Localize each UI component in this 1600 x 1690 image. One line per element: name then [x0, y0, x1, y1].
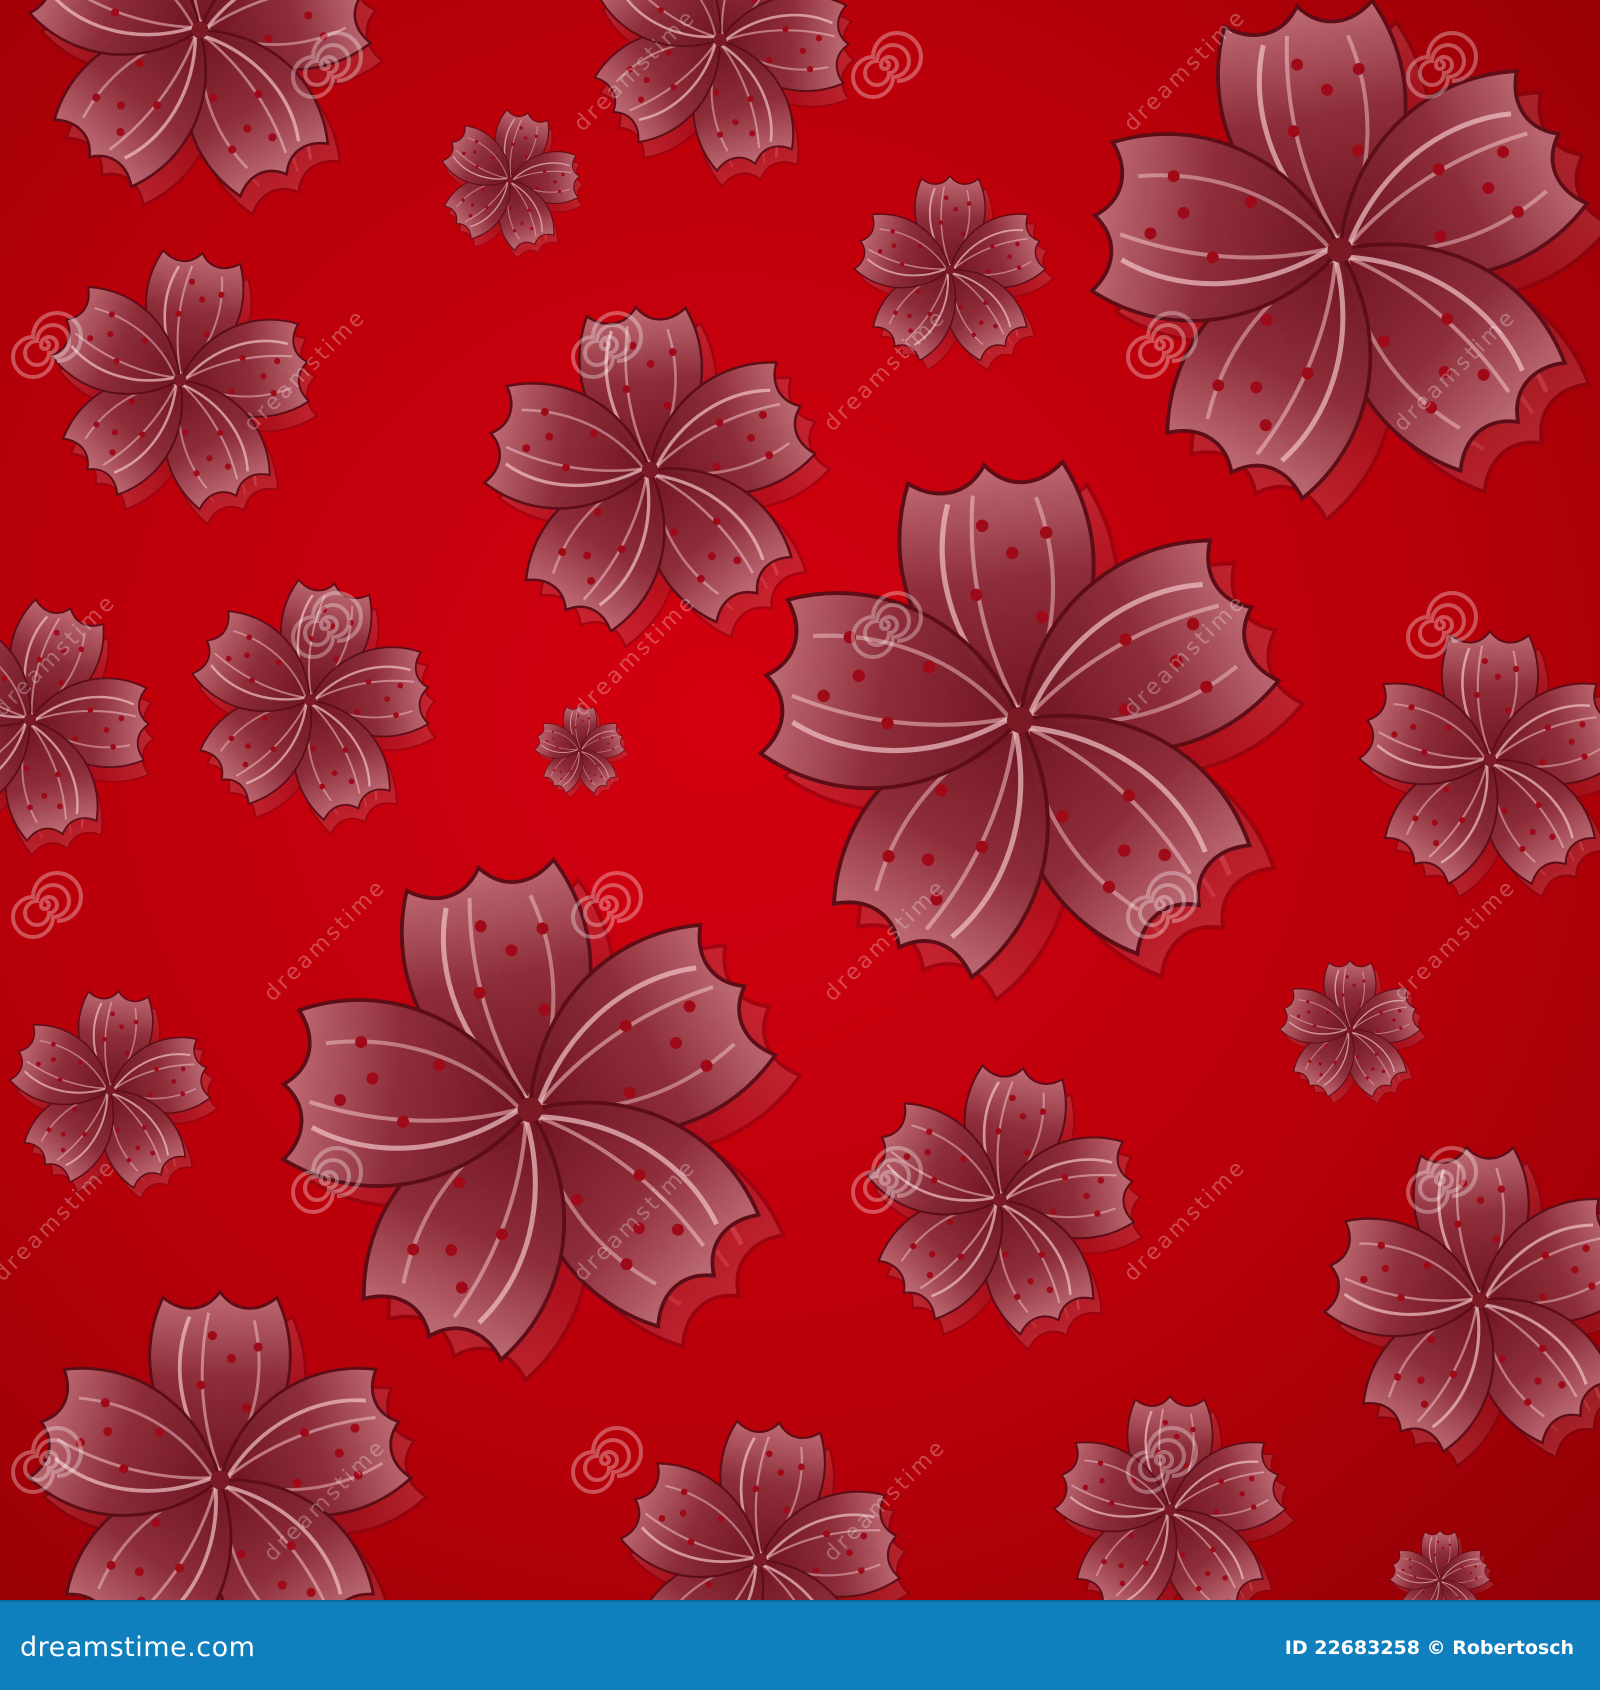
- stock-image: dreamstime dreamstime dreamstime dreamstime…: [0, 0, 1600, 1690]
- site-name[interactable]: dreamstime.com: [20, 1632, 255, 1663]
- footer-bar: dreamstime.com ID 22683258 © Robertosch: [0, 1600, 1600, 1690]
- floral-pattern-image: dreamstime dreamstimedreamstime dreamstime…: [0, 0, 1600, 1600]
- image-id-credit: ID 22683258 © Robertosch: [1284, 1637, 1574, 1659]
